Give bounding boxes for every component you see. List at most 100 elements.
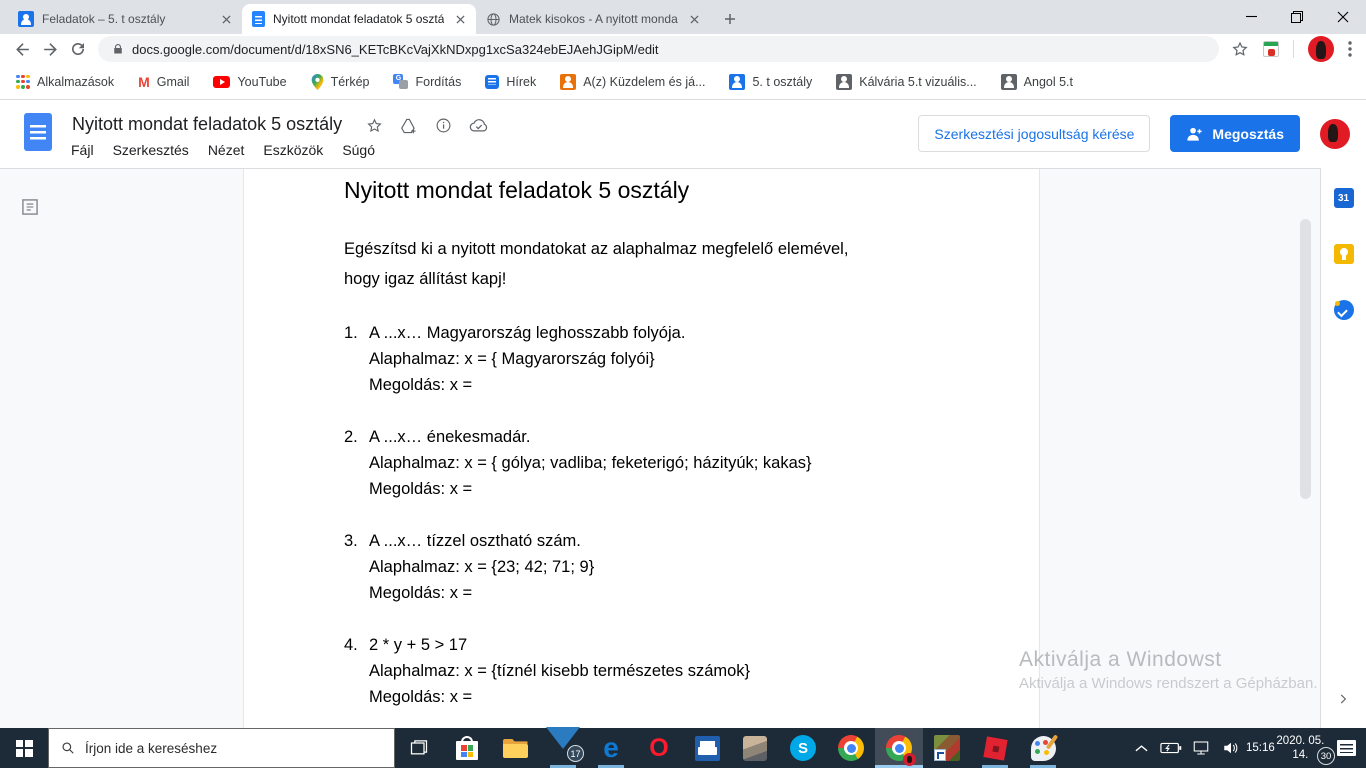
close-window-button[interactable]	[1320, 0, 1366, 33]
clock-time: 15:16	[1246, 742, 1275, 754]
translate-icon: G	[393, 74, 409, 89]
file-explorer-button[interactable]	[491, 728, 539, 768]
calendar-icon[interactable]: 31	[1333, 188, 1354, 208]
taskbar-search-input[interactable]: Írjon ide a kereséshez	[48, 728, 395, 768]
statue-icon	[743, 735, 767, 761]
lock-icon[interactable]	[112, 42, 124, 56]
close-icon	[455, 14, 465, 24]
volume-button[interactable]	[1216, 728, 1246, 768]
game-shortcut-button[interactable]	[923, 728, 971, 768]
document-page[interactable]: Nyitott mondat feladatok 5 osztály Egész…	[243, 169, 1040, 728]
restore-button[interactable]	[1274, 0, 1320, 33]
tab-close-button[interactable]	[218, 11, 234, 27]
star-icon[interactable]	[366, 117, 383, 134]
tab-close-button[interactable]	[452, 11, 468, 27]
tab-matek[interactable]: Matek kisokos - A nyitott monda	[476, 4, 710, 34]
statue-app-button[interactable]	[731, 728, 779, 768]
action-center-button[interactable]: 30	[1317, 728, 1366, 768]
bookmark-star-icon[interactable]	[1231, 40, 1249, 58]
bookmark-label: 5. t osztály	[752, 74, 813, 89]
menu-eszkozok[interactable]: Eszközök	[263, 142, 323, 158]
print-app-button[interactable]	[683, 728, 731, 768]
taskbar-clock[interactable]: 15:16 2020. 05. 14.	[1246, 728, 1326, 768]
menu-nezet[interactable]: Nézet	[208, 142, 245, 158]
add-to-drive-icon[interactable]	[400, 118, 418, 134]
back-button[interactable]	[8, 35, 36, 63]
bookmark-forditas[interactable]: G Fordítás	[393, 74, 461, 89]
mail-button[interactable]: 17	[539, 728, 587, 768]
bookmark-5t-osztaly[interactable]: 5. t osztály	[729, 73, 813, 90]
browser-toolbar: docs.google.com/document/d/18xSN6_KETcBK…	[0, 34, 1366, 64]
mail-icon: 17	[550, 738, 584, 762]
opera-button[interactable]: O	[635, 728, 683, 768]
bookmark-angol[interactable]: Angol 5.t	[1000, 73, 1073, 90]
bookmark-hirek[interactable]: Hírek	[485, 74, 536, 89]
gmail-icon: M	[138, 73, 150, 90]
menu-fajl[interactable]: Fájl	[71, 142, 94, 158]
extension-icon[interactable]	[1263, 41, 1279, 57]
profile-avatar[interactable]	[1308, 36, 1334, 62]
windows-taskbar: Írjon ide a kereséshez 17 e O S 15:16 20…	[0, 728, 1366, 768]
close-icon	[1337, 11, 1349, 22]
start-button[interactable]	[0, 728, 48, 768]
doc-intro: Egészítsd ki a nyitott mondatokat az ala…	[344, 234, 984, 294]
bookmark-kalvaria[interactable]: Kálvária 5.t vizuális...	[836, 73, 977, 90]
bookmark-youtube[interactable]: YouTube	[213, 75, 287, 89]
network-button[interactable]	[1186, 728, 1216, 768]
request-edit-button[interactable]: Szerkesztési jogosultság kérése	[918, 115, 1151, 152]
item-number: 1.	[344, 324, 358, 342]
new-tab-button[interactable]	[716, 5, 744, 33]
document-outline-icon[interactable]	[20, 197, 40, 217]
edge-button[interactable]: e	[587, 728, 635, 768]
bookmark-label: Angol 5.t	[1023, 74, 1073, 89]
vertical-scrollbar[interactable]	[1300, 219, 1311, 499]
item-baseset: Alaphalmaz: x = { gólya; vadliba; fekete…	[369, 454, 812, 472]
item-number: 3.	[344, 532, 358, 550]
menu-sugo[interactable]: Súgó	[342, 142, 375, 158]
task-view-button[interactable]	[395, 728, 443, 768]
youtube-icon	[213, 75, 231, 88]
tray-expand-button[interactable]	[1126, 728, 1156, 768]
bookmark-label: Kálvária 5.t vizuális...	[859, 74, 977, 89]
bookmark-kuzdelem[interactable]: A(z) Küzdelem és já...	[560, 73, 705, 90]
tab-close-button[interactable]	[686, 11, 702, 27]
menu-szerkesztes[interactable]: Szerkesztés	[113, 142, 189, 158]
forward-button[interactable]	[36, 35, 64, 63]
bookmark-terkep[interactable]: Térkép	[311, 73, 370, 90]
skype-button[interactable]: S	[779, 728, 827, 768]
chrome-button[interactable]	[827, 728, 875, 768]
reload-button[interactable]	[64, 35, 92, 63]
tab-feladatok[interactable]: Feladatok – 5. t osztály	[8, 4, 242, 34]
account-avatar[interactable]	[1320, 118, 1350, 149]
roblox-button[interactable]	[971, 728, 1019, 768]
item-number: 4.	[344, 636, 358, 654]
bookmark-alkalmazasok[interactable]: Alkalmazások	[16, 74, 115, 89]
bookmark-label: Alkalmazások	[37, 74, 115, 89]
document-text: Nyitott mondat feladatok 5 osztály Egész…	[344, 174, 984, 710]
bookmark-label: Térkép	[330, 74, 370, 89]
paint-palette-icon	[1030, 735, 1056, 761]
store-button[interactable]	[443, 728, 491, 768]
keep-icon[interactable]	[1333, 244, 1354, 264]
tasks-icon[interactable]	[1333, 300, 1354, 320]
profile-badge-icon	[903, 753, 916, 766]
battery-button[interactable]	[1156, 728, 1186, 768]
info-icon[interactable]	[435, 117, 452, 134]
address-bar[interactable]: docs.google.com/document/d/18xSN6_KETcBK…	[98, 36, 1219, 62]
bookmark-gmail[interactable]: M Gmail	[138, 75, 189, 89]
tab-document-active[interactable]: Nyitott mondat feladatok 5 osztá	[242, 4, 476, 34]
document-title[interactable]: Nyitott mondat feladatok 5 osztály	[72, 114, 342, 135]
cloud-saved-icon[interactable]	[469, 118, 489, 133]
chevron-right-icon[interactable]	[1336, 692, 1350, 706]
chrome-active-button[interactable]	[875, 728, 923, 768]
game-icon	[934, 735, 960, 761]
google-docs-logo[interactable]	[24, 113, 52, 151]
system-tray: 15:16 2020. 05. 14. 30	[1126, 728, 1366, 768]
paint3d-button[interactable]	[1019, 728, 1067, 768]
item-solution: Megoldás: x =	[369, 688, 473, 706]
minimize-button[interactable]	[1228, 0, 1274, 33]
share-label: Megosztás	[1212, 125, 1284, 142]
tab-title: Matek kisokos - A nyitott monda	[509, 12, 678, 26]
share-button[interactable]: Megosztás	[1170, 115, 1300, 152]
browser-menu-icon[interactable]	[1348, 41, 1352, 57]
